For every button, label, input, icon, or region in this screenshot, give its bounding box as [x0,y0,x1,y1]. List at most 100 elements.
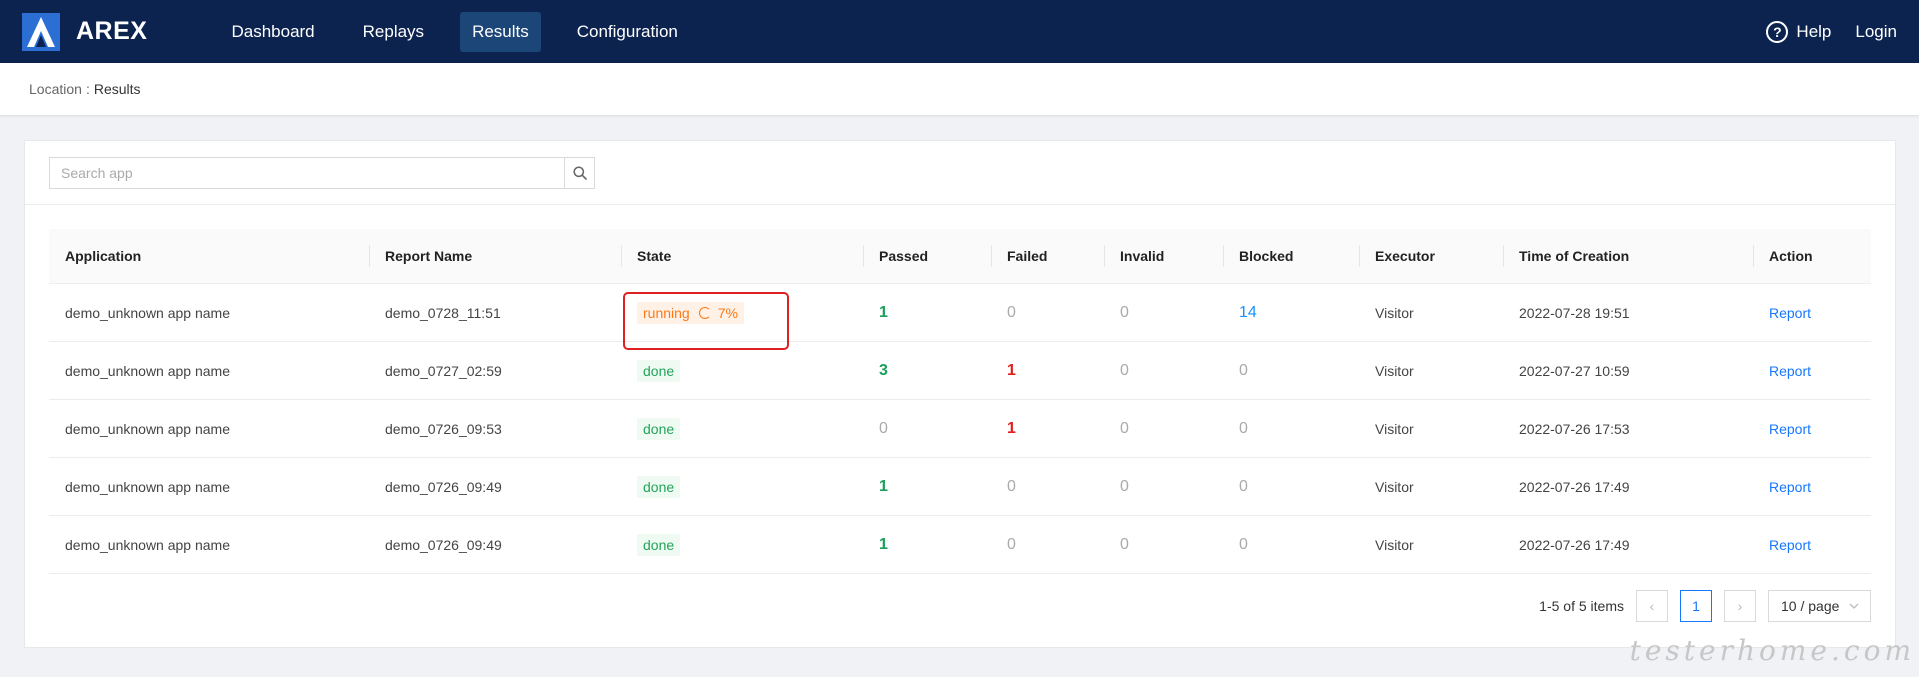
progress-label: 7% [717,304,738,321]
login-button[interactable]: Login [1855,22,1897,42]
nav-results[interactable]: Results [460,11,541,52]
nav-replays[interactable]: Replays [351,12,436,52]
cell-state: done [621,417,863,440]
help-label: Help [1796,21,1832,41]
cell-blocked: 0 [1239,361,1248,379]
column-header[interactable]: Executor [1359,245,1503,267]
report-link[interactable]: Report [1753,537,1871,553]
results-table: Application Report Name State Passed Fai… [49,229,1871,574]
table-row: demo_unknown app name demo_0727_02:59 do… [49,342,1871,400]
report-link[interactable]: Report [1753,421,1871,437]
report-link[interactable]: Report [1753,305,1871,321]
column-header[interactable]: Action [1753,245,1871,267]
loading-spinner-icon [698,306,711,319]
cell-blocked: 14 [1239,303,1257,321]
cell-time: 2022-07-26 17:53 [1519,420,1630,437]
cell-report-name: demo_0726_09:53 [385,420,502,437]
cell-report-name: demo_0726_09:49 [385,536,502,553]
cell-state: done [621,533,863,556]
report-link[interactable]: Report [1753,363,1871,379]
table-row: demo_unknown app name demo_0726_09:49 do… [49,458,1871,516]
page-1-button[interactable]: 1 [1680,590,1712,622]
cell-report-name: demo_0728_11:51 [385,304,501,321]
cell-executor: Visitor [1375,420,1414,437]
cell-application: demo_unknown app name [65,362,231,379]
cell-passed: 1 [879,477,888,495]
column-header[interactable]: Application [49,248,369,264]
cell-time: 2022-07-28 19:51 [1519,304,1630,321]
cell-invalid: 0 [1120,303,1129,321]
cell-state: done [621,475,863,498]
cell-invalid: 0 [1120,361,1129,379]
top-navigation-bar: AREX Dashboard Replays Results Configura… [0,0,1919,63]
cell-executor: Visitor [1375,536,1414,553]
cell-blocked: 0 [1239,419,1248,437]
page-size-select[interactable]: 10 / page [1768,590,1871,622]
cell-application: demo_unknown app name [65,304,231,321]
column-header[interactable]: Invalid [1104,245,1223,267]
results-card: Application Report Name State Passed Fai… [24,140,1896,648]
table-header: Application Report Name State Passed Fai… [49,229,1871,284]
nav-dashboard[interactable]: Dashboard [219,12,326,52]
status-badge-done: done [637,533,681,556]
column-header[interactable]: Report Name [369,245,621,267]
cell-time: 2022-07-26 17:49 [1519,536,1630,553]
chevron-down-icon [1849,603,1859,609]
search-button[interactable] [564,157,595,189]
search-row [25,141,1895,205]
pagination: 1-5 of 5 items ‹ 1 › 10 / page [1539,590,1871,622]
status-label: running [643,304,690,321]
cell-report-name: demo_0727_02:59 [385,362,502,379]
cell-executor: Visitor [1375,304,1414,321]
search-group [49,157,595,189]
cell-application: demo_unknown app name [65,536,231,553]
cell-invalid: 0 [1120,419,1129,437]
cell-passed: 1 [879,303,888,321]
cell-state: running 7% [621,291,863,350]
cell-executor: Visitor [1375,362,1414,379]
cell-time: 2022-07-26 17:49 [1519,478,1630,495]
status-badge-done: done [637,359,681,382]
table-row: demo_unknown app name demo_0726_09:49 do… [49,516,1871,574]
cell-failed: 0 [1007,303,1016,321]
search-icon [572,166,587,180]
chevron-right-icon: › [1737,598,1743,614]
cell-passed: 0 [879,419,888,437]
breadcrumb-label: Location [29,81,82,97]
cell-application: demo_unknown app name [65,420,231,437]
main-nav: Dashboard Replays Results Configuration [219,0,713,63]
status-badge-done: done [637,475,681,498]
cell-invalid: 0 [1120,477,1129,495]
cell-application: demo_unknown app name [65,478,231,495]
next-page-button[interactable]: › [1724,590,1756,622]
cell-failed: 0 [1007,477,1016,495]
column-header[interactable]: Time of Creation [1503,245,1753,267]
cell-passed: 3 [879,361,888,379]
pagination-total: 1-5 of 5 items [1539,598,1624,614]
search-input[interactable] [49,157,564,189]
column-header[interactable]: State [621,245,863,267]
help-button[interactable]: ? Help [1766,20,1832,43]
column-header[interactable]: Passed [863,245,991,267]
brand-name: AREX [76,17,148,45]
column-header[interactable]: Failed [991,245,1104,267]
cell-blocked: 0 [1239,477,1248,495]
arex-logo-icon [22,12,60,51]
prev-page-button[interactable]: ‹ [1636,590,1668,622]
breadcrumb-separator: : [85,81,90,97]
cell-report-name: demo_0726_09:49 [385,478,502,495]
report-link[interactable]: Report [1753,479,1871,495]
column-header[interactable]: Blocked [1223,245,1359,267]
status-badge-done: done [637,417,681,440]
chevron-left-icon: ‹ [1649,598,1655,614]
cell-blocked: 0 [1239,535,1248,553]
question-icon: ? [1766,20,1789,43]
cell-invalid: 0 [1120,535,1129,553]
cell-passed: 1 [879,535,888,553]
brand-logo[interactable]: AREX [22,12,148,51]
page-size-value: 10 / page [1781,598,1840,614]
watermark: testerhome.com [1629,634,1915,667]
header-actions: ? Help Login [1766,0,1897,63]
state-wrapper: running 7% [623,291,789,350]
nav-configuration[interactable]: Configuration [565,12,690,52]
